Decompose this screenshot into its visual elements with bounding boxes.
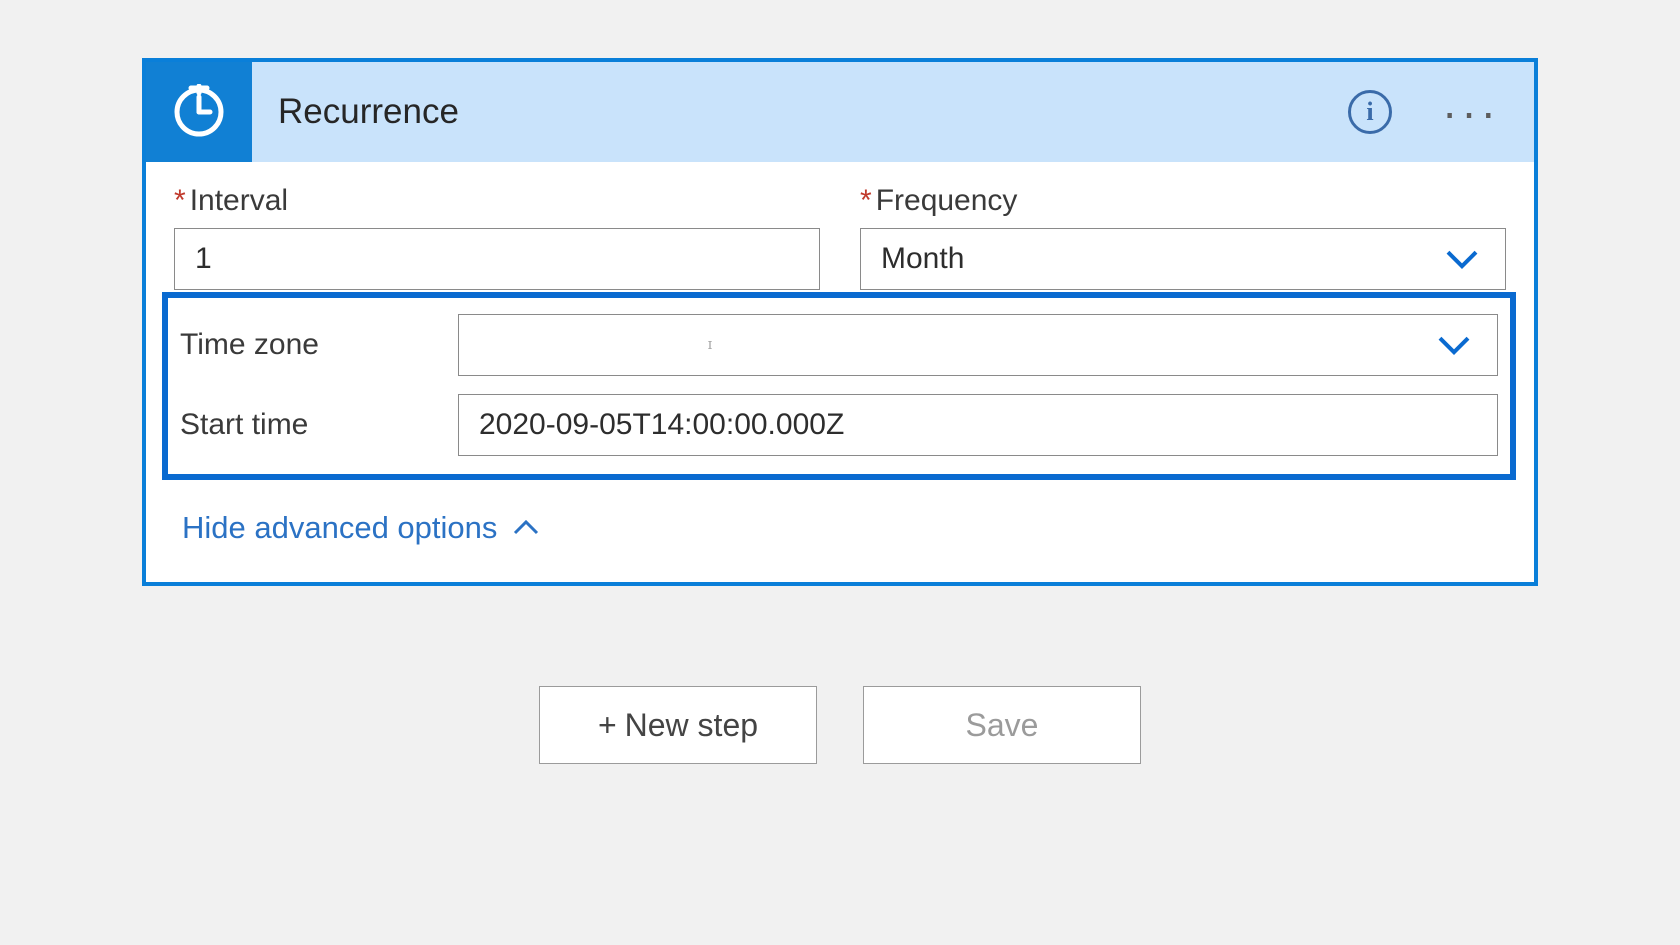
frequency-value[interactable]: [860, 228, 1506, 290]
recurrence-icon-box: [146, 62, 252, 162]
chevron-down-icon: [1436, 334, 1472, 358]
info-icon: i: [1348, 90, 1392, 134]
time-zone-input[interactable]: [458, 314, 1498, 376]
chevron-up-icon: [511, 518, 541, 538]
required-marker: *: [860, 184, 872, 217]
bottom-action-bar: + New step Save: [539, 686, 1141, 764]
frequency-select[interactable]: [860, 228, 1506, 290]
clock-icon: [171, 84, 227, 140]
chevron-down-icon: [1444, 248, 1480, 272]
start-time-label: Start time: [176, 408, 458, 442]
interval-label-text: Interval: [190, 184, 288, 217]
interval-label: *Interval: [174, 184, 820, 218]
frequency-field: *Frequency: [860, 184, 1506, 290]
interval-input[interactable]: [174, 228, 820, 290]
card-title: Recurrence: [278, 92, 1348, 132]
interval-field: *Interval: [174, 184, 820, 290]
card-header[interactable]: Recurrence i ···: [146, 62, 1534, 162]
advanced-options-highlight: Time zone: [162, 292, 1516, 480]
start-time-input[interactable]: [458, 394, 1498, 456]
start-time-row: Start time: [176, 394, 1498, 456]
info-button[interactable]: i: [1348, 90, 1392, 134]
time-zone-select[interactable]: [458, 314, 1498, 376]
frequency-label: *Frequency: [860, 184, 1506, 218]
hide-advanced-label: Hide advanced options: [182, 510, 497, 546]
time-zone-row: Time zone: [176, 314, 1498, 376]
text-cursor-icon: [708, 323, 712, 367]
recurrence-card: Recurrence i ··· *Interval: [142, 58, 1538, 586]
save-label: Save: [966, 707, 1039, 744]
frequency-label-text: Frequency: [876, 184, 1018, 217]
save-button[interactable]: Save: [863, 686, 1141, 764]
time-zone-label: Time zone: [176, 328, 458, 362]
new-step-label: New step: [625, 707, 758, 744]
card-body: *Interval *Frequency: [146, 162, 1534, 582]
designer-canvas: Recurrence i ··· *Interval: [0, 0, 1680, 945]
new-step-button[interactable]: + New step: [539, 686, 817, 764]
required-marker: *: [174, 184, 186, 217]
hide-advanced-toggle[interactable]: Hide advanced options: [174, 510, 541, 554]
plus-icon: +: [598, 707, 617, 744]
